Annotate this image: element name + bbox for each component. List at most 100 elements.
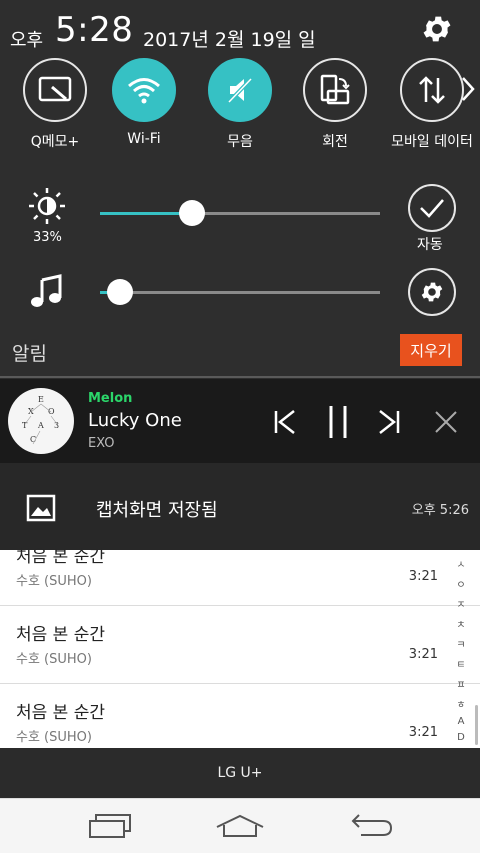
chevron-right-icon[interactable]: [461, 76, 475, 102]
wifi-icon: [128, 78, 160, 104]
screenshot-saved-text: 캡처화면 저장됨: [96, 500, 218, 521]
index-letter[interactable]: ㅅ: [456, 556, 465, 571]
qs-wifi[interactable]: Wi-Fi: [94, 58, 194, 147]
melon-app-name: Melon: [88, 391, 133, 406]
volume-settings-button[interactable]: [408, 268, 456, 316]
album-art: E X O T A 3 C: [8, 388, 74, 454]
song-title: 처음 본 순간: [16, 625, 106, 645]
album-letter: 3: [54, 421, 59, 430]
gear-icon: [421, 282, 443, 302]
skip-previous-icon: [274, 410, 295, 434]
qs-qmemo-toggle[interactable]: [23, 58, 87, 122]
notifications-header: 알림 지우기: [0, 332, 480, 376]
back-button[interactable]: [342, 809, 398, 843]
auto-brightness-label: 자동: [417, 237, 443, 253]
background-song-list: 처음 본 순간 수호 (SUHO) 3:21 처음 본 순간 수호 (SUHO)…: [0, 528, 480, 762]
album-letter: A: [37, 421, 44, 430]
pause-button[interactable]: [320, 402, 356, 442]
auto-brightness-button[interactable]: [408, 184, 456, 232]
qs-label: Q메모+: [30, 134, 80, 150]
qs-rotate-toggle[interactable]: [303, 58, 367, 122]
album-letter: X: [28, 407, 34, 416]
qs-label: 무음: [227, 134, 253, 150]
song-duration: 3:21: [408, 647, 438, 662]
album-letter: T: [22, 421, 28, 430]
qs-mobile-data-toggle[interactable]: [400, 58, 464, 122]
qs-label: 모바일 데이터: [391, 134, 473, 150]
divider: [0, 376, 480, 378]
qs-mobile-data[interactable]: 모바일 데이터: [382, 58, 480, 151]
recent-apps-icon: [89, 814, 131, 838]
song-title: 처음 본 순간: [16, 703, 106, 723]
mobile-data-icon: [419, 76, 445, 104]
rotate-icon: [320, 74, 350, 105]
song-duration: 3:21: [408, 569, 438, 584]
index-letter[interactable]: D: [457, 732, 465, 743]
date[interactable]: 2017년 2월 19일 일: [143, 25, 316, 52]
album-letter: O: [48, 407, 55, 416]
index-letter[interactable]: ㅎ: [456, 696, 465, 711]
qs-rotate[interactable]: 회전: [285, 58, 385, 151]
notification-time: 오후 5:26: [411, 503, 469, 518]
qs-mute[interactable]: 무음: [190, 58, 290, 151]
index-letter[interactable]: ㅈ: [456, 596, 465, 611]
index-letter[interactable]: A: [458, 716, 465, 727]
recent-apps-button[interactable]: [82, 809, 138, 843]
brightness-row: 33% 자동: [0, 182, 480, 253]
index-letter[interactable]: ㅍ: [456, 676, 465, 691]
settings-button[interactable]: [418, 10, 456, 48]
song-artist: 수호 (SUHO): [16, 730, 92, 745]
brightness-icon: [29, 188, 65, 224]
volume-slider-thumb[interactable]: [106, 279, 133, 305]
song-artist: 수호 (SUHO): [16, 652, 92, 667]
brightness-percent: 33%: [33, 230, 62, 245]
volume-slider[interactable]: [100, 279, 380, 305]
mute-icon: [227, 77, 253, 104]
alphabet-index-bar[interactable]: ㅅ ㅇ ㅈ ㅊ ㅋ ㅌ ㅍ ㅎ A D: [454, 556, 468, 743]
ampm-label: 오후: [10, 30, 44, 51]
qs-wifi-toggle[interactable]: [112, 58, 176, 122]
qs-mute-toggle[interactable]: [208, 58, 272, 122]
next-button[interactable]: [372, 402, 408, 442]
album-art-image: E X O T A 3 C: [22, 395, 59, 445]
music-notification[interactable]: E X O T A 3 C Melon Lucky One EXO: [0, 379, 480, 463]
qs-label: 회전: [322, 134, 348, 150]
navigation-bar: [0, 798, 480, 853]
clear-all-button[interactable]: 지우기: [400, 334, 462, 366]
qmemo-icon: [38, 76, 72, 102]
quick-settings: Q메모+ Wi-Fi 무음 회전 모바일 데이터: [0, 58, 480, 158]
pause-icon: [329, 406, 347, 438]
home-icon: [216, 814, 264, 837]
checkmark-icon: [420, 199, 444, 218]
carrier-name: LG U+: [217, 765, 263, 781]
clock: 5:28: [55, 10, 134, 50]
qs-qmemo[interactable]: Q메모+: [5, 58, 105, 151]
list-item[interactable]: 처음 본 순간 수호 (SUHO) 3:21: [0, 606, 480, 684]
song-artist: 수호 (SUHO): [16, 574, 92, 589]
home-button[interactable]: [212, 809, 268, 843]
skip-next-icon: [379, 410, 400, 434]
image-icon: [26, 494, 56, 522]
scrollbar[interactable]: [475, 705, 478, 745]
qs-label: Wi-Fi: [127, 131, 161, 147]
close-music-button[interactable]: [428, 402, 464, 442]
brightness-slider[interactable]: [100, 200, 380, 226]
album-letter: E: [38, 395, 44, 404]
screenshot-notification[interactable]: 캡처화면 저장됨 오후 5:26: [0, 463, 480, 550]
song-duration: 3:21: [408, 725, 438, 740]
previous-button[interactable]: [266, 402, 302, 442]
music-note-icon: [31, 274, 62, 307]
status-bar: 오후 5:28 2017년 2월 19일 일: [0, 0, 480, 56]
index-letter[interactable]: ㅋ: [456, 636, 465, 651]
index-letter[interactable]: ㅊ: [456, 616, 465, 631]
notifications-title: 알림: [12, 343, 47, 365]
notification-shade: 오후 5:28 2017년 2월 19일 일 Q메모+ Wi-Fi 무음 회전 …: [0, 0, 480, 550]
brightness-slider-thumb[interactable]: [179, 200, 206, 226]
back-icon: [351, 814, 393, 836]
index-letter[interactable]: ㅌ: [456, 656, 465, 671]
index-letter[interactable]: ㅇ: [456, 576, 465, 591]
song-artist: EXO: [88, 436, 115, 451]
gear-icon: [423, 16, 451, 42]
carrier-bar: LG U+: [0, 748, 480, 798]
close-icon: [435, 411, 457, 433]
